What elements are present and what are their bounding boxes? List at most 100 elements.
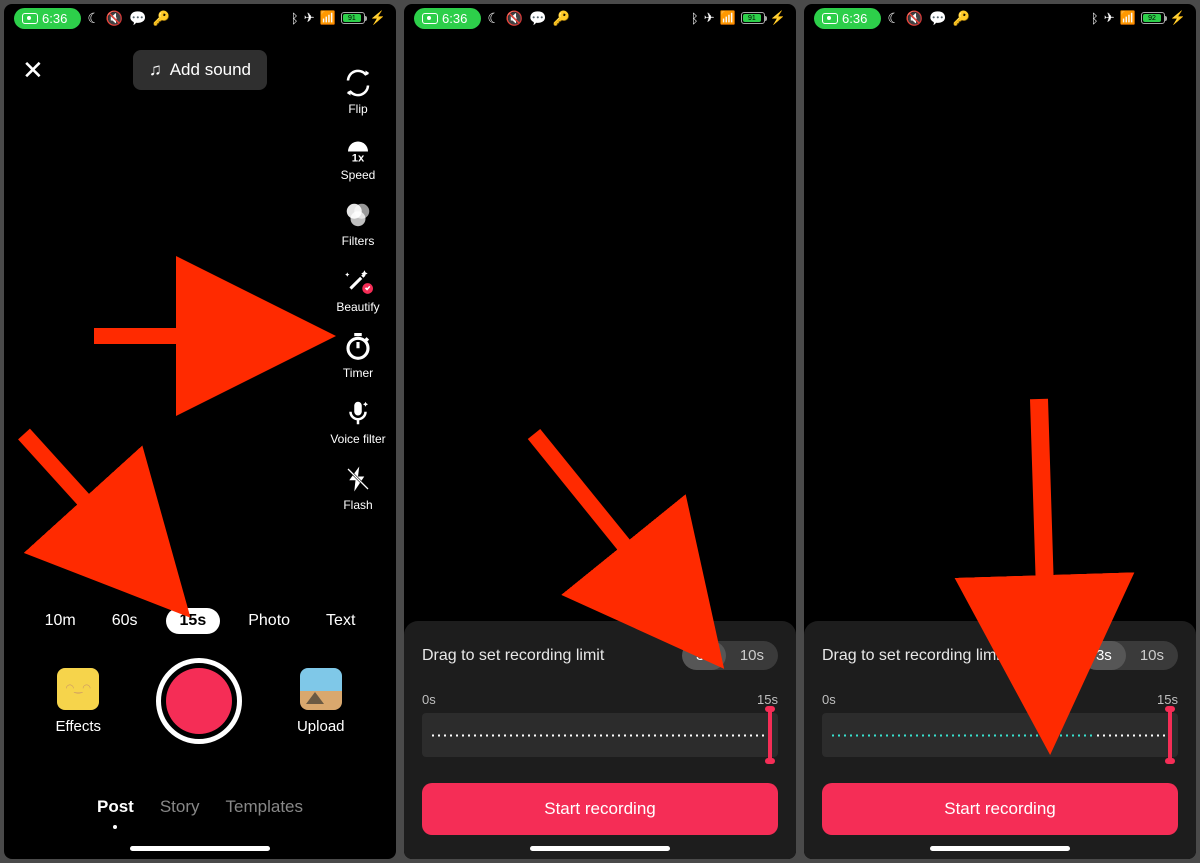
key-icon: 🔑 bbox=[553, 10, 570, 27]
waveform-dots bbox=[430, 734, 770, 737]
annotation-arrow-duration bbox=[24, 434, 204, 619]
status-bar: 6:36 ☾ 🔇 💬 🔑 ᛒ ✈ 📶 92 ⚡ bbox=[804, 4, 1196, 32]
moon-icon: ☾ bbox=[887, 10, 900, 27]
start-recording-button[interactable]: Start recording bbox=[822, 783, 1178, 835]
effects-button[interactable]: ◠‿◠ Effects bbox=[55, 668, 101, 735]
chat-icon: 💬 bbox=[929, 10, 946, 27]
timer-icon bbox=[343, 332, 373, 362]
camera-indicator-pill: 6:36 bbox=[414, 8, 481, 29]
charging-icon: ⚡ bbox=[370, 10, 386, 26]
timer-panel-title: Drag to set recording limit bbox=[822, 647, 1004, 665]
post-tab-templates[interactable]: Templates bbox=[226, 797, 303, 817]
record-button[interactable] bbox=[156, 658, 242, 744]
key-icon: 🔑 bbox=[953, 10, 970, 27]
add-sound-label: Add sound bbox=[170, 60, 251, 80]
wifi-icon: 📶 bbox=[320, 10, 336, 26]
camera-icon bbox=[22, 13, 38, 24]
limit-handle[interactable] bbox=[768, 709, 772, 761]
timer-panel-title: Drag to set recording limit bbox=[422, 647, 604, 665]
speed-icon: 1x bbox=[343, 134, 373, 164]
close-button[interactable]: ✕ bbox=[22, 55, 44, 86]
phone-screen-1: 6:36 ☾ 🔇 💬 🔑 ᛒ ✈ 📶 91 ⚡ ✕ ♫ Add sound Fl… bbox=[4, 4, 396, 859]
duration-tab-60s[interactable]: 60s bbox=[104, 608, 146, 634]
upload-button[interactable]: Upload bbox=[297, 668, 345, 735]
range-start-label: 0s bbox=[422, 692, 436, 707]
post-tab-post[interactable]: Post bbox=[97, 797, 134, 817]
status-bar: 6:36 ☾ 🔇 💬 🔑 ᛒ ✈ 📶 91 ⚡ bbox=[404, 4, 796, 32]
range-start-label: 0s bbox=[822, 692, 836, 707]
tool-beautify[interactable]: Beautify bbox=[328, 266, 388, 314]
voice-filter-icon bbox=[343, 398, 373, 428]
countdown-10s-button[interactable]: 10s bbox=[1126, 641, 1178, 670]
wifi-icon: 📶 bbox=[1120, 10, 1136, 26]
duration-tab-text[interactable]: Text bbox=[318, 608, 363, 634]
countdown-10s-button[interactable]: 10s bbox=[726, 641, 778, 670]
svg-text:1x: 1x bbox=[352, 153, 365, 165]
limit-handle[interactable] bbox=[1168, 709, 1172, 761]
tool-voice-filter[interactable]: Voice filter bbox=[328, 398, 388, 446]
range-end-label: 15s bbox=[757, 692, 778, 707]
phone-screen-3: 6:36 ☾ 🔇 💬 🔑 ᛒ ✈ 📶 92 ⚡ Drag to set reco… bbox=[804, 4, 1196, 859]
status-time: 6:36 bbox=[42, 11, 67, 26]
waveform-dots bbox=[830, 734, 1170, 737]
wifi-icon: 📶 bbox=[720, 10, 736, 26]
tool-flash[interactable]: Flash bbox=[328, 464, 388, 512]
duration-tab-15s[interactable]: 15s bbox=[166, 608, 221, 634]
airplane-icon: ✈ bbox=[1104, 10, 1115, 26]
annotation-arrow-timer bbox=[94, 311, 324, 366]
home-indicator[interactable] bbox=[130, 846, 270, 851]
range-labels: 0s 15s bbox=[822, 692, 1178, 707]
duration-tab-10m[interactable]: 10m bbox=[37, 608, 84, 634]
home-indicator[interactable] bbox=[530, 846, 670, 851]
charging-icon: ⚡ bbox=[770, 10, 786, 26]
phone-screen-2: 6:36 ☾ 🔇 💬 🔑 ᛒ ✈ 📶 91 ⚡ Drag to set reco… bbox=[404, 4, 796, 859]
countdown-segmented-control: 3s 10s bbox=[682, 641, 778, 670]
vibrate-icon: 🔇 bbox=[506, 10, 523, 27]
add-sound-button[interactable]: ♫ Add sound bbox=[133, 50, 267, 90]
range-labels: 0s 15s bbox=[422, 692, 778, 707]
beautify-icon bbox=[343, 266, 373, 296]
record-button-inner bbox=[166, 668, 232, 734]
moon-icon: ☾ bbox=[487, 10, 500, 27]
key-icon: 🔑 bbox=[153, 10, 170, 27]
camera-indicator-pill: 6:36 bbox=[814, 8, 881, 29]
tool-filters[interactable]: Filters bbox=[328, 200, 388, 248]
start-recording-button[interactable]: Start recording bbox=[422, 783, 778, 835]
countdown-3s-button[interactable]: 3s bbox=[682, 641, 726, 670]
tool-speed[interactable]: 1x Speed bbox=[328, 134, 388, 182]
duration-tabs: 10m 60s 15s Photo Text bbox=[4, 608, 396, 634]
moon-icon: ☾ bbox=[87, 10, 100, 27]
home-indicator[interactable] bbox=[930, 846, 1070, 851]
status-bar: 6:36 ☾ 🔇 💬 🔑 ᛒ ✈ 📶 91 ⚡ bbox=[4, 4, 396, 32]
airplane-icon: ✈ bbox=[304, 10, 315, 26]
chat-icon: 💬 bbox=[529, 10, 546, 27]
recording-limit-slider[interactable] bbox=[422, 713, 778, 757]
post-mode-tabs: Post Story Templates bbox=[4, 797, 396, 817]
battery-icon: 92 bbox=[1141, 12, 1165, 24]
battery-icon: 91 bbox=[341, 12, 365, 24]
timer-panel: Drag to set recording limit 3s 10s 0s 15… bbox=[804, 621, 1196, 859]
battery-icon: 91 bbox=[741, 12, 765, 24]
filters-icon bbox=[343, 200, 373, 230]
camera-bottom-row: ◠‿◠ Effects Upload bbox=[4, 658, 396, 744]
effects-thumbnail: ◠‿◠ bbox=[57, 668, 99, 710]
camera-icon bbox=[822, 13, 838, 24]
music-note-icon: ♫ bbox=[149, 60, 162, 80]
bluetooth-icon: ᛒ bbox=[1091, 11, 1099, 26]
tool-flip[interactable]: Flip bbox=[328, 68, 388, 116]
tool-rail: Flip 1x Speed Filters Beautify Timer Voi… bbox=[328, 68, 388, 512]
post-tab-story[interactable]: Story bbox=[160, 797, 200, 817]
tool-timer[interactable]: Timer bbox=[328, 332, 388, 380]
vibrate-icon: 🔇 bbox=[106, 10, 123, 27]
range-end-label: 15s bbox=[1157, 692, 1178, 707]
duration-tab-photo[interactable]: Photo bbox=[240, 608, 298, 634]
flip-icon bbox=[343, 68, 373, 98]
charging-icon: ⚡ bbox=[1170, 10, 1186, 26]
bluetooth-icon: ᛒ bbox=[691, 11, 699, 26]
camera-indicator-pill: 6:36 bbox=[14, 8, 81, 29]
vibrate-icon: 🔇 bbox=[906, 10, 923, 27]
countdown-3s-button[interactable]: 3s bbox=[1082, 641, 1126, 670]
recording-limit-slider[interactable] bbox=[822, 713, 1178, 757]
camera-icon bbox=[422, 13, 438, 24]
flash-icon bbox=[343, 464, 373, 494]
